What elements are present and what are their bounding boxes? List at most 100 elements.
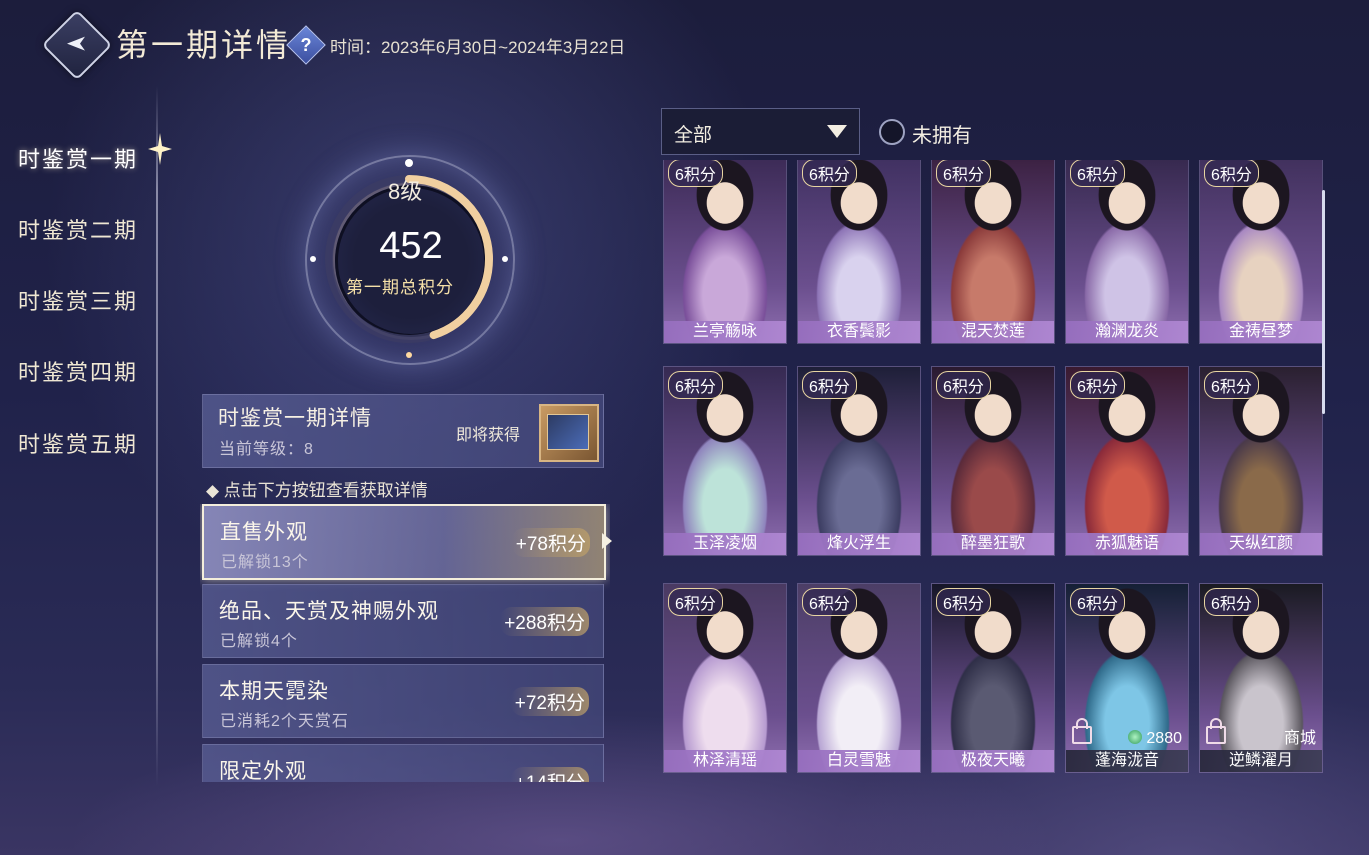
outfit-name: 兰亭觞咏: [664, 321, 786, 343]
points-badge: 6积分: [802, 160, 857, 187]
points-badge: 6积分: [802, 371, 857, 399]
grid-scrollbar[interactable]: [1322, 190, 1325, 414]
points-badge: 6积分: [668, 371, 723, 399]
outfit-name: 林泽清瑶: [664, 750, 786, 772]
category-subtitle: 已消耗2个天赏石: [220, 713, 349, 730]
category-points: +288积分: [500, 607, 589, 636]
outfit-card[interactable]: 6积分极夜天曦: [931, 583, 1055, 773]
outfit-image: [1200, 160, 1322, 343]
outfit-name: 金祷昼梦: [1200, 321, 1322, 343]
question-icon[interactable]: ?: [286, 25, 326, 65]
back-button[interactable]: [41, 9, 113, 81]
page-title: 第一期详情: [116, 26, 292, 64]
outfit-name: 瀚渊龙炎: [1066, 321, 1188, 343]
points-badge: 6积分: [936, 160, 991, 187]
outfit-image: [932, 160, 1054, 343]
category-title: 绝品、天赏及神赐外观: [219, 600, 439, 623]
unowned-radio[interactable]: [879, 119, 905, 145]
category-points: +14积分: [510, 767, 589, 782]
category-points: +72积分: [510, 687, 589, 716]
outfit-name: 白灵雪魅: [798, 750, 920, 772]
outfit-name: 衣香鬓影: [798, 321, 920, 343]
category-subtitle: 已解锁13个: [221, 554, 309, 571]
sparkle-icon: [148, 133, 172, 165]
level-label: 8级: [388, 179, 423, 204]
outfit-card[interactable]: 6积分混天焚莲: [931, 160, 1055, 344]
detail-title: 时鉴赏一期详情: [218, 407, 372, 430]
sidebar-item-period-1[interactable]: 时鉴赏一期: [18, 142, 138, 174]
category-limited[interactable]: 限定外观 +14积分: [202, 744, 604, 782]
chevron-down-icon: [827, 125, 847, 138]
sidebar-item-period-2[interactable]: 时鉴赏二期: [18, 213, 138, 245]
sidebar-item-period-5[interactable]: 时鉴赏五期: [18, 427, 138, 459]
sidebar-divider: [156, 86, 158, 786]
outfit-card[interactable]: 6积分玉泽凌烟: [663, 366, 787, 556]
category-points: +78积分: [511, 528, 590, 557]
outfit-card[interactable]: 6积分醉墨狂歌: [931, 366, 1055, 556]
category-dye[interactable]: 本期天霓染 已消耗2个天赏石 +72积分: [202, 664, 604, 738]
points-badge: 6积分: [668, 588, 723, 616]
category-subtitle: 已解锁4个: [220, 633, 298, 650]
points-badge: 6积分: [1204, 160, 1259, 187]
outfit-price-value: 2880: [1146, 730, 1182, 747]
category-title: 限定外观: [219, 760, 307, 782]
outfit-card[interactable]: 6积分林泽清瑶: [663, 583, 787, 773]
points-badge: 6积分: [936, 588, 991, 616]
outfit-name: 醉墨狂歌: [932, 533, 1054, 555]
outfit-name: 玉泽凌烟: [664, 533, 786, 555]
hint-text: ◆ 点击下方按钮查看获取详情: [206, 481, 428, 500]
sidebar-item-period-3[interactable]: 时鉴赏三期: [18, 284, 138, 316]
outfit-image: [798, 160, 920, 343]
filter-selected: 全部: [674, 125, 713, 146]
category-premium[interactable]: 绝品、天赏及神赐外观 已解锁4个 +288积分: [202, 584, 604, 658]
unowned-label: 未拥有: [912, 125, 972, 147]
sidebar-item-period-4[interactable]: 时鉴赏四期: [18, 355, 138, 387]
lock-icon: [1206, 718, 1226, 744]
outfit-name: 极夜天曦: [932, 750, 1054, 772]
points-badge: 6积分: [1070, 371, 1125, 399]
points-badge: 6积分: [1070, 160, 1125, 187]
outfit-card[interactable]: 6积分白灵雪魅: [797, 583, 921, 773]
outfit-name: 赤狐魅语: [1066, 533, 1188, 555]
outfit-card[interactable]: 6积分烽火浮生: [797, 366, 921, 556]
upcoming-reward-label: 即将获得: [456, 427, 521, 444]
outfit-price-value: 商城: [1283, 730, 1316, 747]
date-range: 时间：2023年6月30日~2024年3月22日: [330, 38, 626, 57]
back-arrow-icon: [67, 36, 85, 51]
outfit-name: 混天焚莲: [932, 321, 1054, 343]
points-badge: 6积分: [936, 371, 991, 399]
outfit-price: 2880: [1128, 730, 1182, 748]
outfit-card[interactable]: 6积分 2880 蓬海泷音: [1065, 583, 1189, 773]
category-list[interactable]: 直售外观 已解锁13个 +78积分 绝品、天赏及神赐外观 已解锁4个 +288积…: [200, 504, 610, 782]
outfit-price: 商城: [1284, 724, 1316, 748]
points-badge: 6积分: [1204, 371, 1259, 399]
outfit-name: 天纵红颜: [1200, 533, 1322, 555]
points-badge: 6积分: [802, 588, 857, 616]
outfit-card[interactable]: 6积分瀚渊龙炎: [1065, 160, 1189, 344]
current-level: 当前等级：8: [219, 441, 314, 458]
outfit-name: 烽火浮生: [798, 533, 920, 555]
category-direct-sale[interactable]: 直售外观 已解锁13个 +78积分: [202, 504, 606, 580]
category-title: 直售外观: [220, 521, 308, 544]
selected-arrow-icon: [602, 533, 612, 549]
outfit-card[interactable]: 6积分赤狐魅语: [1065, 366, 1189, 556]
outfit-card[interactable]: 6积分兰亭觞咏: [663, 160, 787, 344]
outfit-card[interactable]: 6积分天纵红颜: [1199, 366, 1323, 556]
outfit-image: [1066, 160, 1188, 343]
filter-dropdown[interactable]: 全部: [661, 108, 860, 155]
jade-currency-icon: [1128, 730, 1143, 744]
outfit-grid[interactable]: 6积分 兰亭觞咏 6积分 衣香鬓影 6积分 混天焚莲 6积分 瀚渊龙炎 6积分 金祷昼梦 6积分 玉泽…: [661, 160, 1325, 782]
outfit-image: [664, 160, 786, 343]
outfit-card[interactable]: 6积分金祷昼梦: [1199, 160, 1323, 344]
total-score: 452: [379, 225, 443, 267]
points-badge: 6积分: [668, 160, 723, 187]
upcoming-reward-thumbnail[interactable]: [539, 404, 599, 462]
score-caption: 第一期总积分: [346, 278, 454, 297]
points-badge: 6积分: [1070, 588, 1125, 616]
outfit-name: 蓬海泷音: [1066, 750, 1188, 772]
category-title: 本期天霓染: [219, 680, 329, 703]
outfit-card[interactable]: 6积分 商城 逆鳞濯月: [1199, 583, 1323, 773]
lock-icon: [1072, 718, 1092, 744]
outfit-card[interactable]: 6积分衣香鬓影: [797, 160, 921, 344]
outfit-name: 逆鳞濯月: [1200, 750, 1322, 772]
